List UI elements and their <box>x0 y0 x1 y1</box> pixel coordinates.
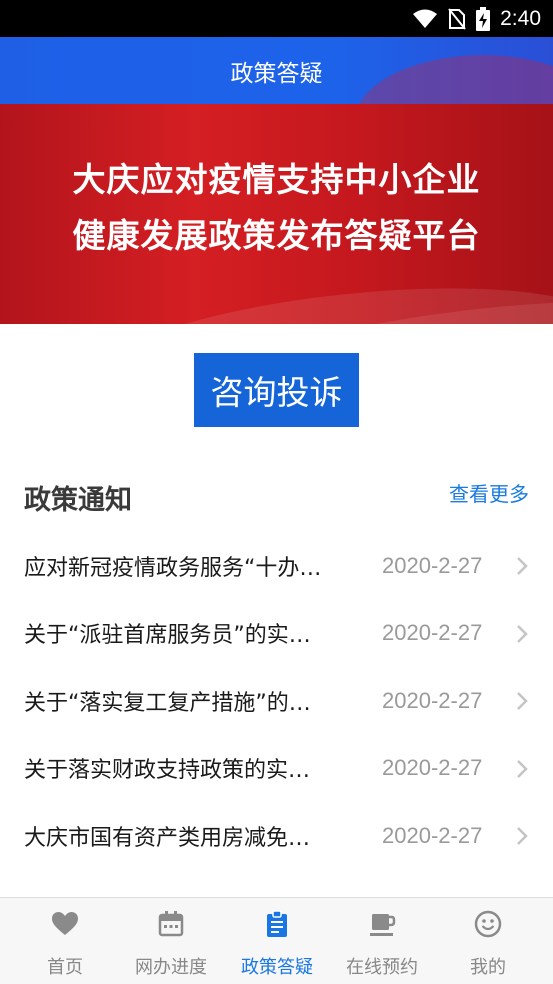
notice-item[interactable]: 大庆市国有资产类用房减免… 2020-2-27 <box>0 802 553 870</box>
status-icons: 2:40 <box>412 0 541 37</box>
tab-policy-qa[interactable]: 政策答疑 <box>224 898 330 984</box>
banner-line-2: 健康发展政策发布答疑平台 <box>72 216 481 255</box>
tab-progress[interactable]: 网办进度 <box>118 898 224 984</box>
notice-item[interactable]: 关于“派驻首席服务员”的实… 2020-2-27 <box>0 600 553 668</box>
hero-banner: 大庆应对疫情支持中小企业 健康发展政策发布答疑平台 <box>0 104 553 324</box>
tab-label: 在线预约 <box>346 957 418 978</box>
tab-home[interactable]: 首页 <box>12 898 118 984</box>
notice-item[interactable]: 关于落实财政支持政策的实… 2020-2-27 <box>0 735 553 803</box>
notice-title: 关于“落实复工复产措施”的… <box>24 690 311 716</box>
tab-mine[interactable]: 我的 <box>435 898 541 984</box>
notice-date: 2020-2-27 <box>382 552 483 578</box>
chevron-right-icon <box>517 759 528 778</box>
section-title: 政策通知 <box>24 485 132 516</box>
notice-title: 应对新冠疫情政务服务“十办… <box>24 555 322 581</box>
chevron-right-icon <box>517 827 528 845</box>
status-bar: 2:40 <box>0 0 553 37</box>
status-time: 2:40 <box>500 6 541 30</box>
tab-label: 首页 <box>47 957 83 978</box>
consult-complaint-button[interactable]: 咨询投诉 <box>194 353 359 427</box>
smiley-icon <box>474 910 502 938</box>
heart-icon <box>52 912 78 935</box>
tab-online-booking[interactable]: 在线预约 <box>329 898 435 984</box>
no-sim-icon <box>448 7 466 30</box>
chevron-right-icon <box>517 557 528 575</box>
bottom-tab-bar: 首页 网办进度 政策答疑 在线预约 我的 <box>0 897 553 984</box>
wifi-icon <box>412 9 438 29</box>
chevron-right-icon <box>517 692 528 710</box>
notice-date: 2020-2-27 <box>382 755 483 780</box>
notice-title: 大庆市国有资产类用房减免… <box>24 825 311 851</box>
banner-line-1: 大庆应对疫情支持中小企业 <box>72 160 481 199</box>
tab-label: 政策答疑 <box>241 957 313 978</box>
battery-charging-icon <box>476 6 491 31</box>
calendar-icon <box>158 911 184 937</box>
tab-label: 我的 <box>470 957 506 978</box>
coffee-cup-icon <box>370 914 396 936</box>
notice-title: 关于“派驻首席服务员”的实… <box>24 623 311 648</box>
notice-title: 关于落实财政支持政策的实… <box>24 758 311 783</box>
notice-date: 2020-2-27 <box>382 620 483 645</box>
clipboard-icon <box>267 910 287 937</box>
notice-item[interactable]: 应对新冠疫情政务服务“十办… 2020-2-27 <box>0 532 553 600</box>
app-header: 政策答疑 <box>0 37 553 104</box>
notice-date: 2020-2-27 <box>382 687 483 713</box>
view-more-link[interactable]: 查看更多 <box>449 478 529 507</box>
notice-item[interactable]: 关于“落实复工复产措施”的… 2020-2-27 <box>0 667 553 735</box>
banner-headline: 大庆应对疫情支持中小企业 健康发展政策发布答疑平台 <box>0 152 553 264</box>
notice-date: 2020-2-27 <box>382 822 483 848</box>
tab-label: 网办进度 <box>135 957 207 978</box>
page-title: 政策答疑 <box>230 60 323 87</box>
notice-list: 应对新冠疫情政务服务“十办… 2020-2-27 关于“派驻首席服务员”的实… … <box>0 532 553 870</box>
chevron-right-icon <box>517 624 528 643</box>
